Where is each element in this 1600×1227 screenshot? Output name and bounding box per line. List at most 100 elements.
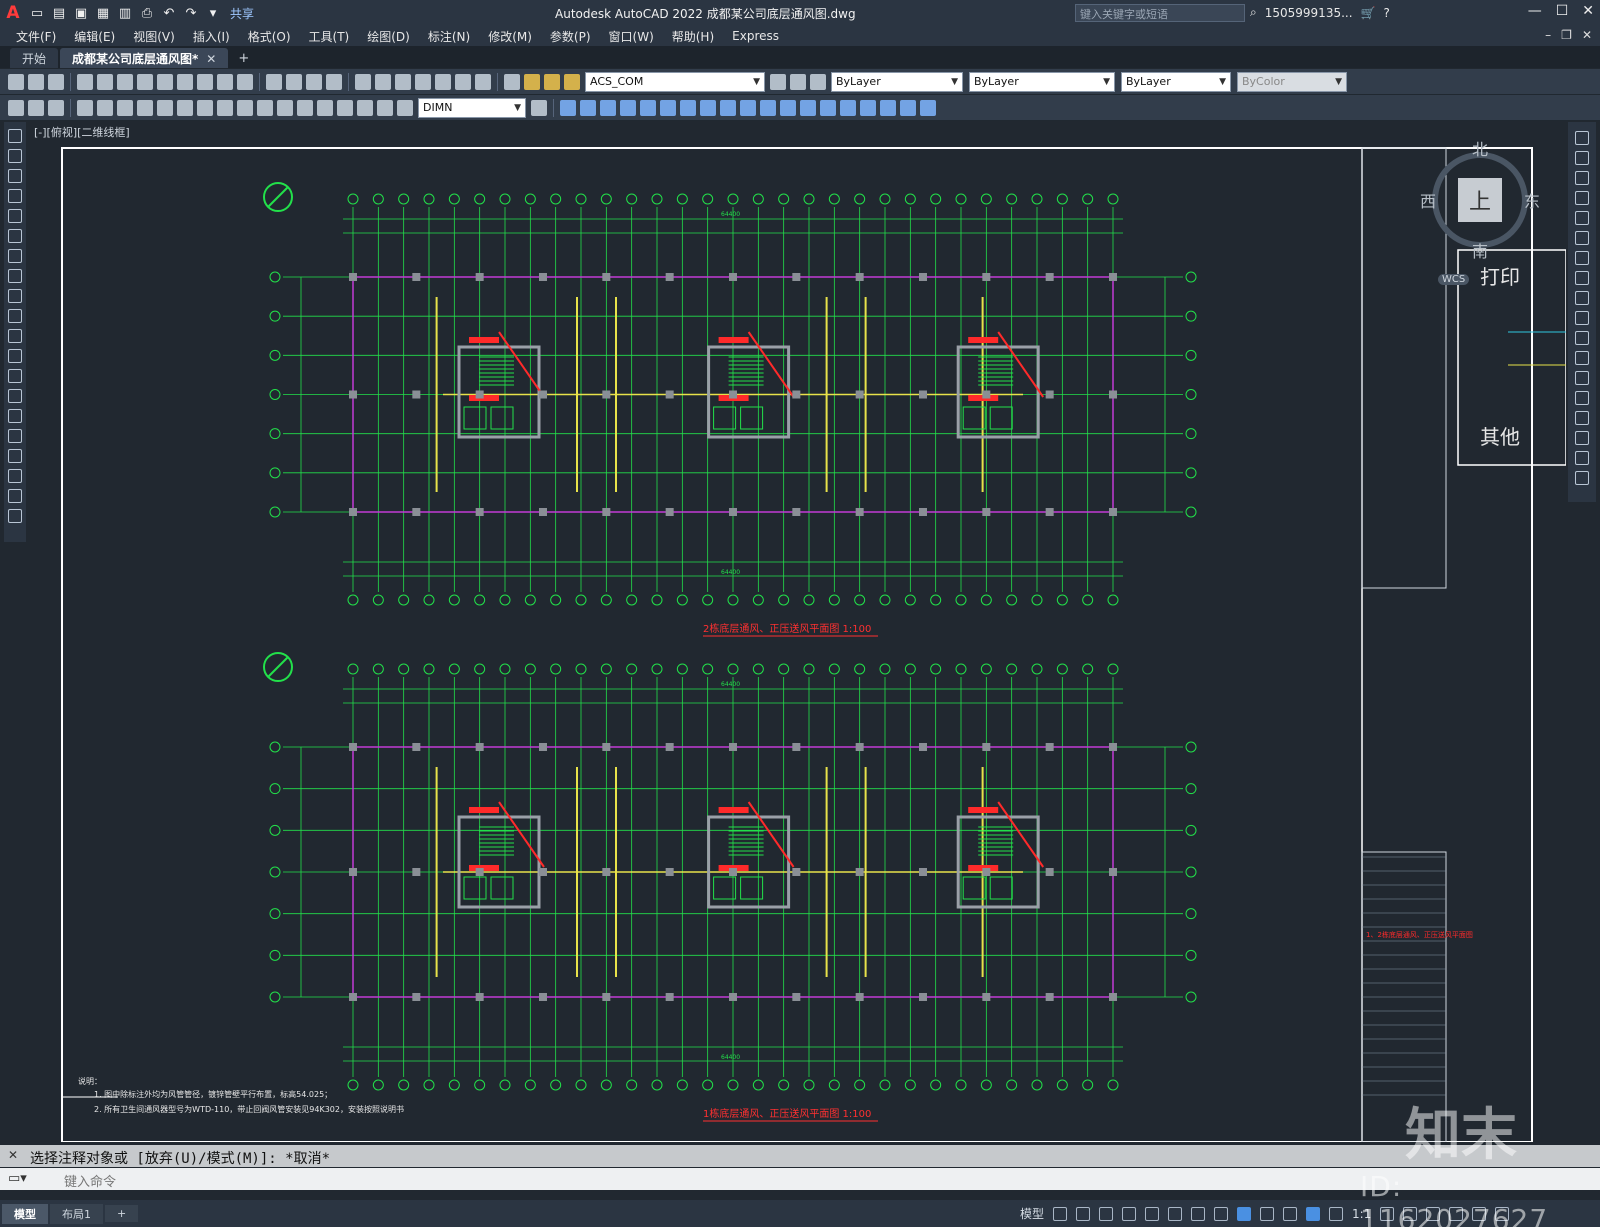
hatch-icon[interactable]: [8, 409, 22, 423]
zoom-previous-icon[interactable]: [326, 73, 342, 90]
offset-icon[interactable]: [620, 99, 636, 116]
dynamic-input-icon[interactable]: [1122, 1206, 1137, 1221]
undo-toolbar-icon[interactable]: [217, 73, 233, 90]
make-block-icon[interactable]: [8, 369, 22, 383]
tab-start[interactable]: 开始: [10, 48, 59, 68]
lineweight-icon[interactable]: [1260, 1206, 1275, 1221]
paste-icon[interactable]: [177, 73, 193, 90]
redo-toolbar-icon[interactable]: [237, 73, 253, 90]
new-icon[interactable]: [8, 73, 24, 90]
close-tab-icon[interactable]: ✕: [206, 52, 216, 66]
ordinate-dim-icon[interactable]: [77, 99, 93, 116]
design-center-icon[interactable]: [375, 73, 391, 90]
ellipse-icon[interactable]: [8, 309, 22, 323]
doc-restore-icon[interactable]: ❐: [1561, 28, 1572, 42]
menu-parametric[interactable]: 参数(P): [550, 28, 591, 45]
tool-palettes-icon[interactable]: [395, 73, 411, 90]
extend-icon[interactable]: [760, 99, 776, 116]
command-input[interactable]: 键入命令: [64, 1171, 116, 1190]
revision-cloud-icon[interactable]: [8, 269, 22, 283]
chamfer-tool-icon[interactable]: [1575, 411, 1589, 425]
infer-constraints-icon[interactable]: [1099, 1206, 1114, 1221]
join-tool-icon[interactable]: [1575, 391, 1589, 405]
point-icon[interactable]: [8, 389, 22, 403]
search-input[interactable]: 键入关键字或短语: [1075, 4, 1245, 22]
insert-block-icon[interactable]: [900, 99, 916, 116]
dimstyle-manager-icon[interactable]: [531, 99, 547, 116]
erase-icon[interactable]: [560, 99, 576, 116]
layer-thaw-icon[interactable]: [544, 73, 560, 90]
polyline-icon[interactable]: [8, 169, 22, 183]
rotate-tool-icon[interactable]: [1575, 251, 1589, 265]
table-icon[interactable]: [8, 469, 22, 483]
compass-south[interactable]: 南: [1472, 238, 1488, 262]
break-icon[interactable]: [780, 99, 796, 116]
offset-tool-icon[interactable]: [1575, 191, 1589, 205]
copy-object-icon[interactable]: [580, 99, 596, 116]
tab-layout1[interactable]: 布局1: [50, 1203, 103, 1224]
dim-update-icon[interactable]: [397, 99, 413, 116]
snap-icon[interactable]: [1076, 1206, 1091, 1221]
array-icon[interactable]: [640, 99, 656, 116]
ortho-icon[interactable]: [1145, 1206, 1160, 1221]
fillet-tool-icon[interactable]: [1575, 431, 1589, 445]
move-icon[interactable]: [660, 99, 676, 116]
layer-combo[interactable]: ACS_COM ▼: [585, 71, 765, 92]
help-toolbar-icon[interactable]: [475, 73, 491, 90]
customize-toolbar-icon[interactable]: ▾: [204, 4, 222, 22]
menu-view[interactable]: 视图(V): [133, 28, 175, 45]
maximize-button[interactable]: ☐: [1556, 3, 1569, 19]
menu-window[interactable]: 窗口(W): [609, 28, 654, 45]
color-combo[interactable]: ByLayer ▼: [831, 71, 963, 92]
menu-tools[interactable]: 工具(T): [309, 28, 350, 45]
trim-tool-icon[interactable]: [1575, 311, 1589, 325]
minimize-button[interactable]: —: [1528, 3, 1542, 19]
break-point-icon[interactable]: [1575, 351, 1589, 365]
object-snap-tracking-icon[interactable]: [1214, 1206, 1229, 1221]
layer-on-icon[interactable]: [524, 73, 540, 90]
layer-properties-icon[interactable]: [504, 73, 520, 90]
extend-tool-icon[interactable]: [1575, 331, 1589, 345]
copy-icon[interactable]: [157, 73, 173, 90]
zoom-realtime-icon[interactable]: [286, 73, 302, 90]
drawing-canvas[interactable]: 打印 其他 64400 64400 2栋底层通风、正压送风平面图 1:100 64400 6…: [28, 122, 1566, 1142]
save-toolbar-icon[interactable]: [48, 73, 64, 90]
menu-file[interactable]: 文件(F): [16, 28, 56, 45]
autocad-logo-icon[interactable]: A: [0, 0, 26, 26]
menu-express[interactable]: Express: [732, 29, 779, 43]
erase-tool-icon[interactable]: [1575, 131, 1589, 145]
mirror-tool-icon[interactable]: [1575, 171, 1589, 185]
diameter-dim-icon[interactable]: [137, 99, 153, 116]
plotstyle-combo[interactable]: ByColor ▼: [1237, 71, 1347, 92]
match-properties-icon[interactable]: [197, 73, 213, 90]
linetype-combo[interactable]: ByLayer ▼: [969, 71, 1115, 92]
doc-close-icon[interactable]: ✕: [1582, 28, 1592, 42]
dim-text-edit-icon[interactable]: [377, 99, 393, 116]
mirror-icon[interactable]: [600, 99, 616, 116]
angular-dim-icon[interactable]: [157, 99, 173, 116]
join-icon[interactable]: [800, 99, 816, 116]
jogged-dim-icon[interactable]: [117, 99, 133, 116]
center-mark-icon[interactable]: [297, 99, 313, 116]
jogged-linear-icon[interactable]: [337, 99, 353, 116]
viewcube[interactable]: 上 北 南 西 东 WCS: [1420, 140, 1540, 285]
arc-icon[interactable]: [8, 229, 22, 243]
gradient-icon[interactable]: [8, 429, 22, 443]
stretch-tool-icon[interactable]: [1575, 291, 1589, 305]
redo-icon[interactable]: ↷: [182, 4, 200, 22]
grid-icon[interactable]: [1053, 1206, 1068, 1221]
insert-icon[interactable]: [8, 349, 22, 363]
tolerance-icon[interactable]: [277, 99, 293, 116]
menu-dimension[interactable]: 标注(N): [428, 28, 470, 45]
construction-line-icon[interactable]: [8, 149, 22, 163]
save-as-icon[interactable]: ▦: [94, 4, 112, 22]
menu-edit[interactable]: 编辑(E): [74, 28, 115, 45]
arc-length-icon[interactable]: [48, 99, 64, 116]
zoom-window-icon[interactable]: [306, 73, 322, 90]
line-icon[interactable]: [8, 129, 22, 143]
search-icon[interactable]: ⌕: [1250, 5, 1257, 20]
undo-icon[interactable]: ↶: [160, 4, 178, 22]
plot-icon[interactable]: [77, 73, 93, 90]
compass-west[interactable]: 西: [1420, 188, 1436, 212]
lineweight-combo[interactable]: ByLayer ▼: [1121, 71, 1231, 92]
